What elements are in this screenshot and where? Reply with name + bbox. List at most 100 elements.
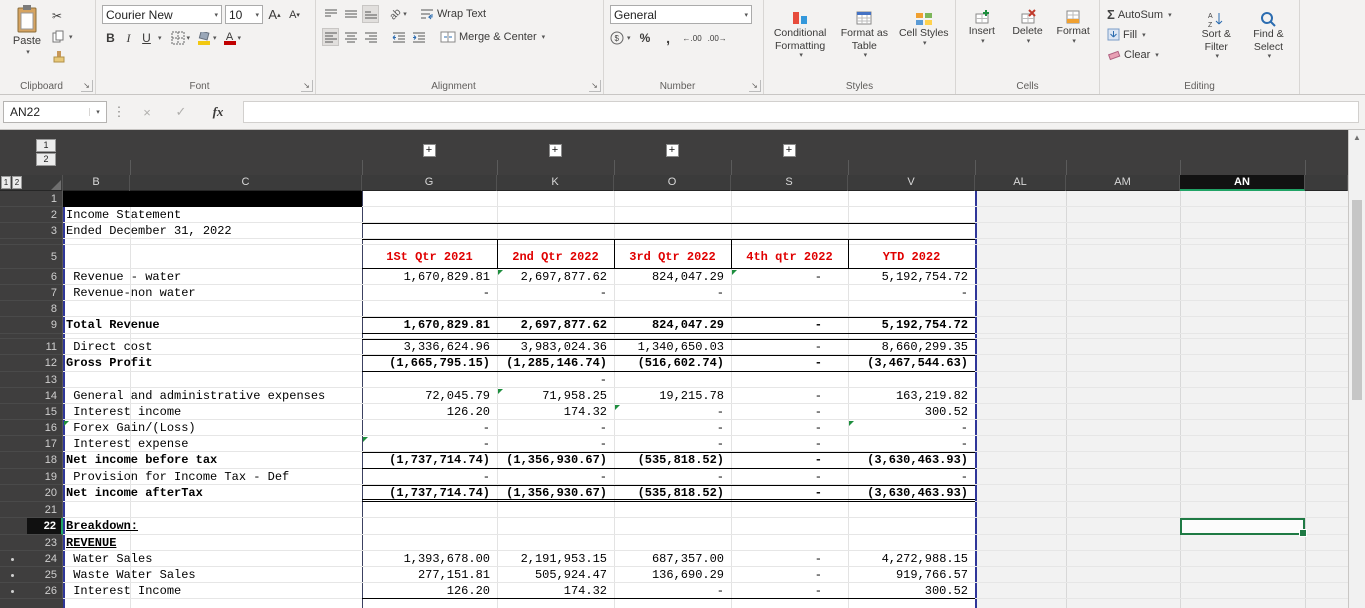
cell-O25[interactable]: 136,690.29 <box>614 567 731 583</box>
expand-group-button-S[interactable]: + <box>782 144 796 157</box>
cell-B17[interactable]: Interest expense <box>63 436 362 452</box>
cell-S18[interactable]: - <box>731 452 848 469</box>
decrease-decimal-button[interactable]: .00→ <box>708 29 727 47</box>
format-painter-button[interactable] <box>50 49 75 66</box>
font-name-combo[interactable]: Courier New ▾ <box>102 5 222 24</box>
wrap-text-button[interactable]: Wrap Text <box>420 5 486 23</box>
cell-V14[interactable]: 163,219.82 <box>848 388 975 404</box>
formula-input[interactable] <box>243 101 1359 123</box>
column-outline-level-1-button[interactable]: 1 <box>36 139 56 152</box>
cell-V5[interactable]: YTD 2022 <box>849 245 974 269</box>
col-header-S[interactable]: S <box>731 175 848 191</box>
delete-cells-button[interactable]: Delete ▾ <box>1006 4 1050 74</box>
cell-G19[interactable]: - <box>362 469 497 485</box>
cell-G15[interactable]: 126.20 <box>362 404 497 420</box>
cell-O15[interactable]: - <box>614 404 731 420</box>
cell-B16[interactable]: Forex Gain/(Loss) <box>63 420 362 436</box>
cell-S5[interactable]: 4th qtr 2022 <box>732 245 847 269</box>
fill-button[interactable]: Fill ▾ <box>1104 25 1191 44</box>
row-header-18[interactable]: 18 <box>27 452 63 469</box>
cell-S6[interactable]: - <box>731 269 848 285</box>
number-dialog-launcher-icon[interactable]: ↘ <box>749 80 761 92</box>
cell-K14[interactable]: 71,958.25 <box>497 388 614 404</box>
row-header-19[interactable]: 19 <box>27 469 63 485</box>
row-header-12[interactable]: 12 <box>27 355 63 372</box>
scrollbar-thumb[interactable] <box>1352 200 1362 400</box>
cell-K7[interactable]: - <box>497 285 614 301</box>
decrease-font-size-button[interactable]: A ▾ <box>286 6 303 24</box>
increase-decimal-button[interactable]: ←.00 <box>683 29 702 47</box>
cell-S17[interactable]: - <box>731 436 848 452</box>
cell-K18[interactable]: (1,356,930.67) <box>497 452 614 469</box>
cell-O17[interactable]: - <box>614 436 731 452</box>
cell-O26[interactable]: - <box>614 583 731 599</box>
cell-K26[interactable]: 174.32 <box>497 583 614 599</box>
cell-B11[interactable]: Direct cost <box>63 339 362 355</box>
merge-center-button[interactable]: Merge & Center ▾ <box>440 28 545 46</box>
cell-S11[interactable]: - <box>731 339 848 355</box>
expand-group-button-K[interactable]: + <box>548 144 562 157</box>
vertical-scrollbar[interactable]: ▲ <box>1348 130 1365 608</box>
accounting-format-button[interactable]: $ ▾ <box>610 29 631 47</box>
cell-V20[interactable]: (3,630,463.93) <box>848 485 975 502</box>
middle-align-button[interactable] <box>342 5 359 23</box>
cell-V25[interactable]: 919,766.57 <box>848 567 975 583</box>
font-dialog-launcher-icon[interactable]: ↘ <box>301 80 313 92</box>
enter-button[interactable]: ✓ <box>170 101 192 123</box>
col-header-O[interactable]: O <box>614 175 731 191</box>
col-header-C[interactable]: C <box>130 175 362 191</box>
col-header-G[interactable]: G <box>362 175 497 191</box>
cell-V15[interactable]: 300.52 <box>848 404 975 420</box>
row-header-2[interactable]: 2 <box>27 207 63 223</box>
increase-indent-button[interactable] <box>410 28 427 46</box>
cell-B7[interactable]: Revenue-non water <box>63 285 362 301</box>
cell-V11[interactable]: 8,660,299.35 <box>848 339 975 355</box>
cell-G24[interactable]: 1,393,678.00 <box>362 551 497 567</box>
clipboard-dialog-launcher-icon[interactable]: ↘ <box>81 80 93 92</box>
format-as-table-button[interactable]: Format as Table ▾ <box>834 4 894 74</box>
font-color-button[interactable]: A ▾ <box>223 29 241 47</box>
row-header-21[interactable]: 21 <box>27 502 63 518</box>
cell-K9[interactable]: 2,697,877.62 <box>497 317 614 334</box>
cell-B25[interactable]: Waste Water Sales <box>63 567 362 583</box>
cell-B26[interactable]: Interest Income <box>63 583 362 599</box>
cell-V18[interactable]: (3,630,463.93) <box>848 452 975 469</box>
cell-V9[interactable]: 5,192,754.72 <box>848 317 975 334</box>
underline-button[interactable]: U <box>138 29 155 47</box>
bottom-align-button[interactable] <box>362 5 379 23</box>
row-header-8[interactable]: 8 <box>27 301 63 317</box>
col-header-partial[interactable] <box>1305 175 1348 191</box>
cell-G6[interactable]: 1,670,829.81 <box>362 269 497 285</box>
cell-G12[interactable]: (1,665,795.15) <box>362 355 497 372</box>
cell-V6[interactable]: 5,192,754.72 <box>848 269 975 285</box>
cell-O24[interactable]: 687,357.00 <box>614 551 731 567</box>
col-header-AM[interactable]: AM <box>1066 175 1180 191</box>
number-format-combo[interactable]: General ▾ <box>610 5 752 24</box>
cell-G26[interactable]: 126.20 <box>362 583 497 599</box>
cell-G20[interactable]: (1,737,714.74) <box>362 485 497 502</box>
cell-B19[interactable]: Provision for Income Tax - Def <box>63 469 362 485</box>
col-header-B[interactable]: B <box>63 175 130 191</box>
cell-B14[interactable]: General and administrative expenses <box>63 388 362 404</box>
cell-G9[interactable]: 1,670,829.81 <box>362 317 497 334</box>
cell-K11[interactable]: 3,983,024.36 <box>497 339 614 355</box>
conditional-formatting-button[interactable]: Conditional Formatting ▾ <box>768 4 832 74</box>
cell-K15[interactable]: 174.32 <box>497 404 614 420</box>
clear-button[interactable]: Clear ▾ <box>1104 45 1191 64</box>
cell-B15[interactable]: Interest income <box>63 404 362 420</box>
fill-handle[interactable] <box>1299 529 1307 537</box>
cell-V7[interactable]: - <box>848 285 975 301</box>
col-header-AN[interactable]: AN <box>1180 175 1305 191</box>
fill-color-button[interactable]: ▾ <box>197 29 217 47</box>
cell-B22[interactable]: Breakdown: <box>63 518 362 535</box>
italic-button[interactable]: I <box>120 29 137 47</box>
cell-B18[interactable]: Net income before tax <box>63 452 362 469</box>
cell-O20[interactable]: (535,818.52) <box>614 485 731 502</box>
cell-V24[interactable]: 4,272,988.15 <box>848 551 975 567</box>
column-outline-level-2-button[interactable]: 2 <box>36 153 56 166</box>
row-header-24[interactable]: 24 <box>27 551 63 567</box>
align-center-button[interactable] <box>342 28 359 46</box>
cell-S19[interactable]: - <box>731 469 848 485</box>
cell-S12[interactable]: - <box>731 355 848 372</box>
cell-styles-button[interactable]: Cell Styles ▾ <box>897 4 951 74</box>
